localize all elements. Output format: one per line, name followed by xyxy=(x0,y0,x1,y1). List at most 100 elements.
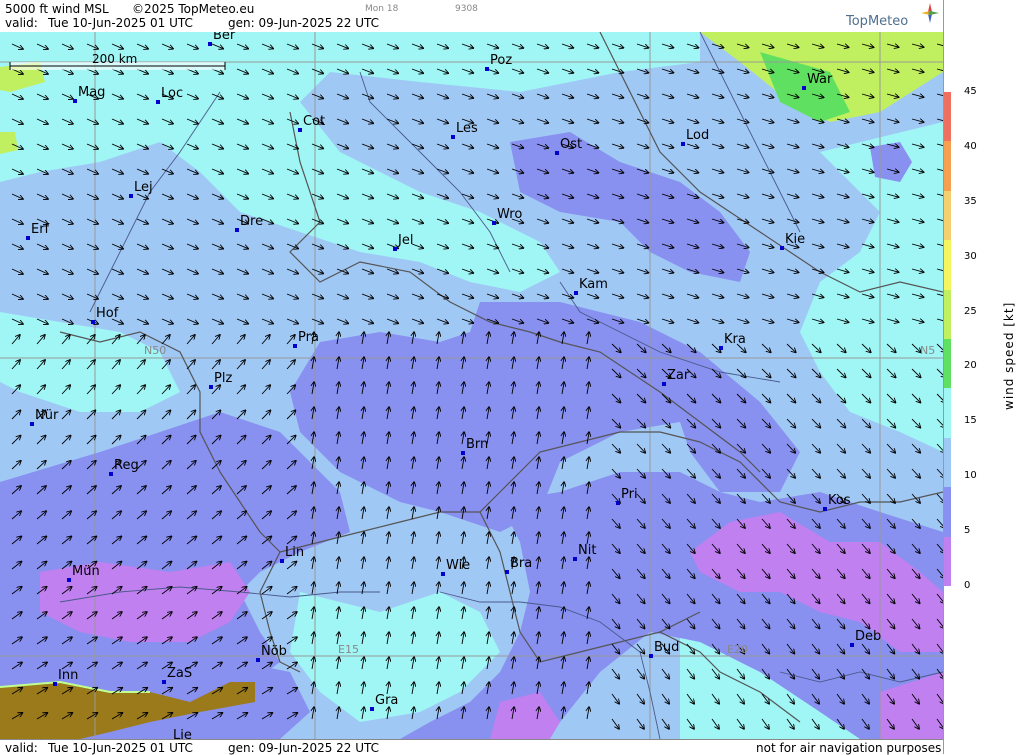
city-label: Erf xyxy=(31,222,50,237)
city-label: Pra xyxy=(298,330,319,345)
city-label: Lod xyxy=(686,128,710,143)
legend-tick-label: 10 xyxy=(964,470,977,482)
city-marker xyxy=(802,86,806,90)
city-label: Nöb xyxy=(261,644,287,659)
legend-tick-label: 35 xyxy=(964,195,977,207)
city-marker xyxy=(208,42,212,46)
legend-color-step xyxy=(944,388,951,439)
scale-bar-label: 200 km xyxy=(92,52,138,66)
city-marker xyxy=(649,654,653,658)
legend-title: wind speed [kt] xyxy=(1002,301,1016,410)
legend-tick-label: 0 xyxy=(964,580,971,591)
legend-color-step xyxy=(944,141,951,192)
header-small-1: Mon 18 xyxy=(365,4,399,14)
city-marker xyxy=(823,507,827,511)
city-label: Les xyxy=(456,121,478,136)
legend-tick-label: 20 xyxy=(964,360,977,372)
legend-tick-label: 30 xyxy=(964,250,977,262)
wind-map-canvas xyxy=(0,32,943,739)
city-marker xyxy=(573,557,577,561)
legend-color-step xyxy=(944,92,951,142)
legend-tick-label: 15 xyxy=(964,415,977,427)
city-marker xyxy=(616,501,620,505)
compass-logo-icon xyxy=(921,3,939,23)
legend-color-step xyxy=(944,437,951,488)
city-label: Dre xyxy=(240,214,264,229)
city-label: Inn xyxy=(58,668,79,683)
map-footer: valid: Tue 10-Jun-2025 01 UTC gen: 09-Ju… xyxy=(0,739,943,755)
city-label: Wro xyxy=(497,207,523,222)
city-marker xyxy=(129,194,133,198)
gen-time: gen: 09-Jun-2025 22 UTC xyxy=(228,16,380,30)
city-marker xyxy=(485,67,489,71)
city-label: Lie xyxy=(173,728,192,739)
legend-colorbar xyxy=(944,92,951,587)
city-label: Kra xyxy=(724,332,746,347)
city-marker xyxy=(30,422,34,426)
city-marker xyxy=(256,658,260,662)
city-label: Kam xyxy=(579,277,608,292)
city-label: Wie xyxy=(446,558,471,573)
city-label: Lej xyxy=(134,180,153,195)
grid-label-e20: E20 xyxy=(727,643,748,656)
footer-valid-label: valid: xyxy=(5,741,38,755)
city-marker xyxy=(67,578,71,582)
grid-label-n50-right: N5 xyxy=(920,344,936,357)
city-marker xyxy=(53,682,57,686)
legend-tick-label: 40 xyxy=(964,140,977,152)
wind-speed-legend: 45 40 35 30 25 20 15 10 5 0 wind speed [kt] xyxy=(943,0,1033,754)
legend-tick-label: 25 xyxy=(964,305,977,317)
city-marker xyxy=(719,346,723,350)
footer-gen-time: gen: 09-Jun-2025 22 UTC xyxy=(228,741,380,755)
topmeteo-logo: TopMeteo xyxy=(846,14,909,29)
city-label: Mag xyxy=(78,85,106,100)
product-title: 5000 ft wind MSL xyxy=(5,2,109,16)
city-marker xyxy=(492,221,496,225)
city-label: Bud xyxy=(654,640,680,655)
city-label: Kie xyxy=(785,232,806,247)
legend-color-step xyxy=(944,190,951,241)
legend-color-step xyxy=(944,487,951,538)
map-header: 5000 ft wind MSL ©2025 TopMeteo.eu Mon 1… xyxy=(0,0,943,32)
city-marker xyxy=(780,246,784,250)
city-marker xyxy=(156,100,160,104)
valid-label: valid: xyxy=(5,16,38,30)
legend-color-step xyxy=(944,339,951,389)
city-marker xyxy=(162,680,166,684)
city-label: Nür xyxy=(35,408,59,423)
legend-tick-label: 5 xyxy=(964,525,971,537)
city-marker xyxy=(574,291,578,295)
city-label: ZaS xyxy=(167,666,193,681)
legend-color-step xyxy=(944,240,951,291)
city-label: Zar xyxy=(667,368,690,383)
city-label: Mün xyxy=(72,564,100,579)
legend-color-step xyxy=(944,289,951,340)
city-marker xyxy=(370,707,374,711)
city-label: Kos xyxy=(828,493,851,508)
city-label: War xyxy=(807,72,833,87)
city-label: Ost xyxy=(560,137,583,152)
city-marker xyxy=(441,572,445,576)
city-label: Poz xyxy=(490,53,513,68)
legend-tick-label: 45 xyxy=(964,86,977,97)
valid-time: Tue 10-Jun-2025 01 UTC xyxy=(48,16,193,30)
city-marker xyxy=(235,228,239,232)
city-marker xyxy=(298,128,302,132)
city-label: Gra xyxy=(375,693,399,708)
city-marker xyxy=(681,142,685,146)
city-label: Hof xyxy=(96,306,119,321)
city-label: Ber xyxy=(213,32,236,43)
city-marker xyxy=(293,344,297,348)
city-marker xyxy=(109,472,113,476)
city-label: Brn xyxy=(466,437,489,452)
city-marker xyxy=(451,135,455,139)
city-label: Nit xyxy=(578,543,597,558)
copyright: ©2025 TopMeteo.eu xyxy=(132,2,255,16)
city-marker xyxy=(505,570,509,574)
wind-map[interactable]: 200 km N50 N5 E15 E20 Ber Poz War Mag Loc Cot… xyxy=(0,32,943,739)
city-marker xyxy=(393,247,397,251)
city-marker xyxy=(850,643,854,647)
city-label: Pri xyxy=(621,487,638,502)
grid-label-e15: E15 xyxy=(338,643,359,656)
city-marker xyxy=(280,559,284,563)
